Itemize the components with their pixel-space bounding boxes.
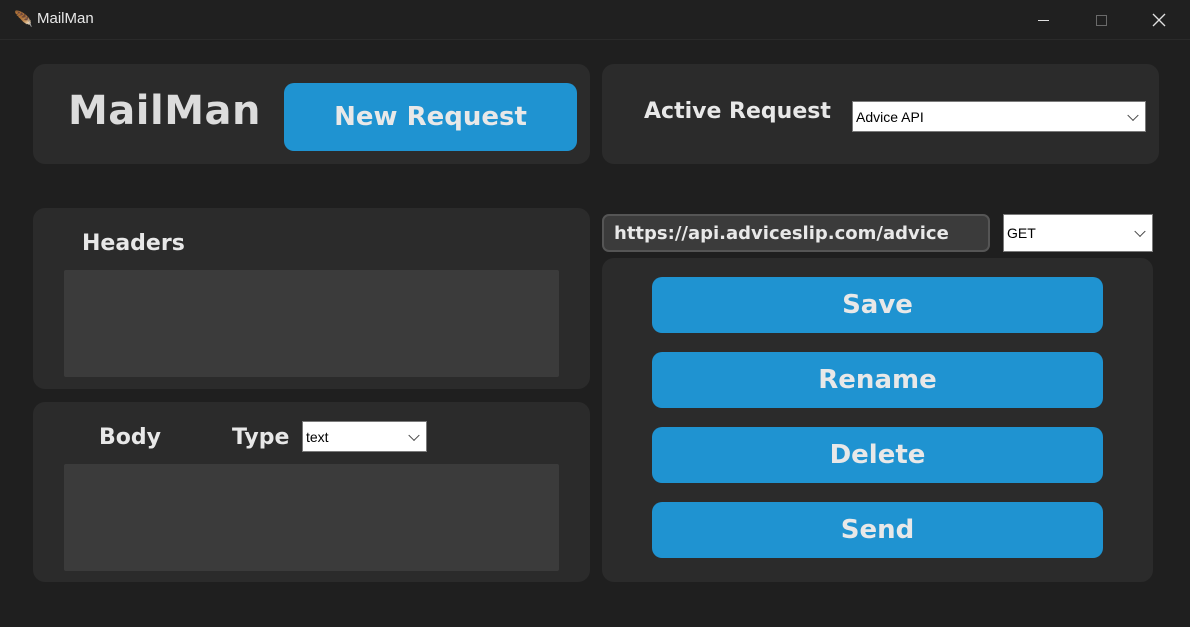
active-request-select[interactable]: Advice API: [852, 101, 1146, 132]
delete-button[interactable]: Delete: [652, 427, 1103, 483]
headers-textarea[interactable]: [64, 270, 559, 377]
body-textarea[interactable]: [64, 464, 559, 571]
window-title: MailMan: [37, 10, 94, 27]
feather-icon: 🪶: [14, 10, 33, 28]
body-type-value: text: [306, 428, 329, 445]
close-button[interactable]: [1130, 0, 1188, 40]
type-label: Type: [232, 425, 290, 450]
minimize-icon: [1037, 19, 1049, 21]
send-button[interactable]: Send: [652, 502, 1103, 558]
rename-button[interactable]: Rename: [652, 352, 1103, 408]
maximize-button[interactable]: [1072, 0, 1130, 40]
body-type-select[interactable]: text: [302, 421, 427, 452]
save-button[interactable]: Save: [652, 277, 1103, 333]
method-select[interactable]: GET: [1003, 214, 1153, 252]
minimize-button[interactable]: [1014, 0, 1072, 40]
headers-label: Headers: [82, 231, 185, 256]
title-bar: 🪶 MailMan: [0, 0, 1190, 40]
maximize-icon: [1095, 14, 1107, 26]
chevron-down-icon: [1127, 109, 1139, 121]
close-icon: [1152, 13, 1166, 27]
chevron-down-icon: [408, 429, 420, 441]
app-brand: MailMan: [68, 88, 261, 134]
body-label: Body: [99, 425, 161, 450]
url-input[interactable]: https://api.adviceslip.com/advice: [602, 214, 990, 252]
new-request-button[interactable]: New Request: [284, 83, 577, 151]
chevron-down-icon: [1134, 225, 1146, 238]
active-request-label: Active Request: [644, 99, 831, 124]
method-value: GET: [1007, 225, 1036, 241]
active-request-value: Advice API: [856, 108, 924, 125]
